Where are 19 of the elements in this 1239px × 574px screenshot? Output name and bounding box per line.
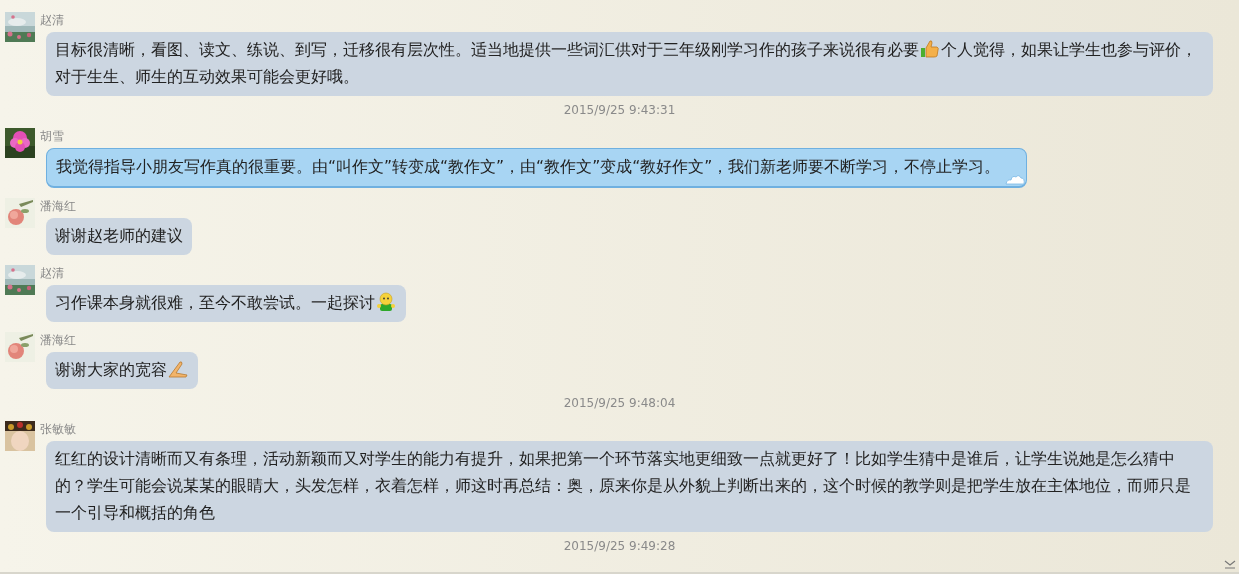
message-bubble: 习作课本身就很难，至今不敢尝试。一起探讨 [46, 285, 406, 322]
sender-name: 潘海红 [40, 332, 76, 348]
cloud-icon [1005, 173, 1026, 185]
timestamp: 2015/9/25 9:43:31 [563, 102, 676, 118]
message-bubble: 谢谢赵老师的建议 [46, 218, 192, 255]
scroll-down-icon[interactable] [1224, 559, 1236, 569]
timestamp: 2015/9/25 9:48:04 [563, 395, 676, 411]
sender-name: 赵清 [40, 12, 64, 28]
message-bubble: 我觉得指导小朋友写作真的很重要。由“叫作文”转变成“教作文”，由“教作文”变成“教好作文”，我们新老师要不断学习，不停止学习。 [46, 148, 1028, 188]
sender-name: 赵清 [40, 265, 64, 281]
message-bubble: 目标很清晰，看图、读文、练说、到写，迁移很有层次性。适当地提供一些词汇供对于三年级刚学习作的孩子来说很有必要 个人觉得，如果让学生也参与评价，对于生生、师生的互动效果可能会更好哦。 [46, 32, 1213, 96]
sender-name: 胡雪 [40, 128, 64, 144]
sender-name: 潘海红 [40, 198, 76, 214]
thumbs-up-icon [920, 39, 940, 59]
timestamp: 2015/9/25 9:49:28 [563, 538, 676, 554]
smiley-icon [376, 292, 396, 312]
message-bubble: 红红的设计清晰而又有条理，活动新颖而又对学生的能力有提升，如果把第一个环节落实地更细致一点就更好了！比如学生猜中是谁后，让学生说她是怎么猜中的？学生可能会说某某的眼睛大，头发怎样，衣着怎样，师这时再总结：奥，原来你是从外貌上判断出来的，这个时候的教学则是把学生放在主体地位，而师只是一个引导和概括的角色 [46, 441, 1213, 532]
sender-name: 张敏敏 [40, 421, 76, 437]
message-bubble: 谢谢大家的宽容 [46, 352, 198, 389]
